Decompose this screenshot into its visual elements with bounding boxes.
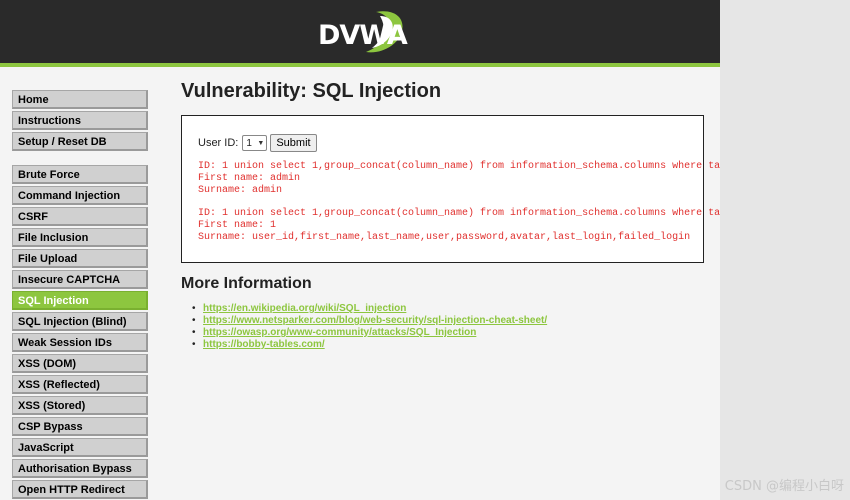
menu-item-brute-force[interactable]: Brute Force [12, 165, 148, 184]
menu-item-instructions[interactable]: Instructions [12, 111, 148, 130]
result-surname-line: Surname: admin [198, 185, 283, 196]
menu-group: Brute Force Command Injection CSRF File Inc… [12, 165, 148, 499]
right-gutter [720, 0, 850, 500]
bullet-icon: • [192, 315, 196, 326]
more-information-title: More Information [181, 275, 312, 292]
menu-item-javascript[interactable]: JavaScript [12, 438, 148, 457]
vulnerable-code-area: User ID: 1 ▼ Submit ID: 1 union select 1… [181, 115, 720, 263]
menu-item-authorisation-bypass[interactable]: Authorisation Bypass [12, 459, 148, 478]
more-information-links: • https://en.wikipedia.org/wiki/SQL_injec… [181, 303, 711, 351]
page-title: Vulnerability: SQL Injection [181, 80, 442, 102]
list-item: • https://bobby-tables.com/ [192, 339, 711, 351]
external-link[interactable]: https://bobby-tables.com/ [203, 339, 325, 350]
main-content: Vulnerability: SQL Injection User ID: 1 … [181, 80, 720, 351]
submit-button[interactable]: Submit [270, 134, 317, 152]
logo-text: DVWA [318, 20, 408, 51]
menu-group: Home Instructions Setup / Reset DB [12, 90, 148, 151]
menu-item-file-inclusion[interactable]: File Inclusion [12, 228, 148, 247]
menu-item-csrf[interactable]: CSRF [12, 207, 148, 226]
result-first-name-line: First name: admin [198, 173, 301, 184]
menu-item-setup-reset-db[interactable]: Setup / Reset DB [12, 132, 148, 151]
result-id-line: ID: 1 union select 1,group_concat(column… [198, 208, 720, 219]
csdn-watermark: CSDN @编程小白呀 [724, 479, 844, 494]
result-first-name-line: First name: 1 [198, 220, 277, 231]
menu-item-file-upload[interactable]: File Upload [12, 249, 148, 268]
menu-item-weak-session-ids[interactable]: Weak Session IDs [12, 333, 148, 352]
menu-item-sql-injection[interactable]: SQL Injection [12, 291, 148, 310]
menu-item-sql-injection-blind[interactable]: SQL Injection (Blind) [12, 312, 148, 331]
external-link[interactable]: https://www.netsparker.com/blog/web-secu… [203, 315, 547, 326]
user-id-form: User ID: 1 ▼ Submit [198, 133, 687, 153]
user-id-label: User ID: [198, 137, 239, 149]
user-id-select[interactable]: 1 ▼ [242, 135, 268, 151]
dvwa-window: DVWA Home Instructions Setup / Reset DB Bru… [0, 0, 720, 500]
menu-item-xss-stored[interactable]: XSS (Stored) [12, 396, 148, 415]
menu-item-open-http-redirect[interactable]: Open HTTP Redirect [12, 480, 148, 499]
result-block: ID: 1 union select 1,group_concat(column… [198, 161, 720, 197]
result-block: ID: 1 union select 1,group_concat(column… [198, 208, 720, 244]
list-item: • https://www.netsparker.com/blog/web-sec… [192, 315, 711, 327]
list-item: • https://owasp.org/www-community/attacks… [192, 327, 711, 339]
user-id-selected-value: 1 [246, 137, 252, 149]
bullet-icon: • [192, 303, 196, 314]
bullet-icon: • [192, 327, 196, 338]
menu-item-insecure-captcha[interactable]: Insecure CAPTCHA [12, 270, 148, 289]
menu-item-xss-reflected[interactable]: XSS (Reflected) [12, 375, 148, 394]
bullet-icon: • [192, 339, 196, 350]
list-item: • https://en.wikipedia.org/wiki/SQL_injec… [192, 303, 711, 315]
external-link[interactable]: https://owasp.org/www-community/attacks/… [203, 327, 476, 338]
sidebar-menu: Home Instructions Setup / Reset DB Brute Fo… [12, 90, 148, 500]
dvwa-logo[interactable]: DVWA [316, 6, 408, 60]
external-link[interactable]: https://en.wikipedia.org/wiki/SQL_inject… [203, 303, 406, 314]
result-surname-line: Surname: user_id,first_name,last_name,us… [198, 232, 691, 243]
result-id-line: ID: 1 union select 1,group_concat(column… [198, 161, 720, 172]
header-bar: DVWA [0, 0, 720, 67]
menu-item-xss-dom[interactable]: XSS (DOM) [12, 354, 148, 373]
menu-item-home[interactable]: Home [12, 90, 148, 109]
menu-item-csp-bypass[interactable]: CSP Bypass [12, 417, 148, 436]
menu-item-command-injection[interactable]: Command Injection [12, 186, 148, 205]
chevron-down-icon: ▼ [257, 139, 265, 147]
query-results: ID: 1 union select 1,group_concat(column… [198, 161, 720, 244]
